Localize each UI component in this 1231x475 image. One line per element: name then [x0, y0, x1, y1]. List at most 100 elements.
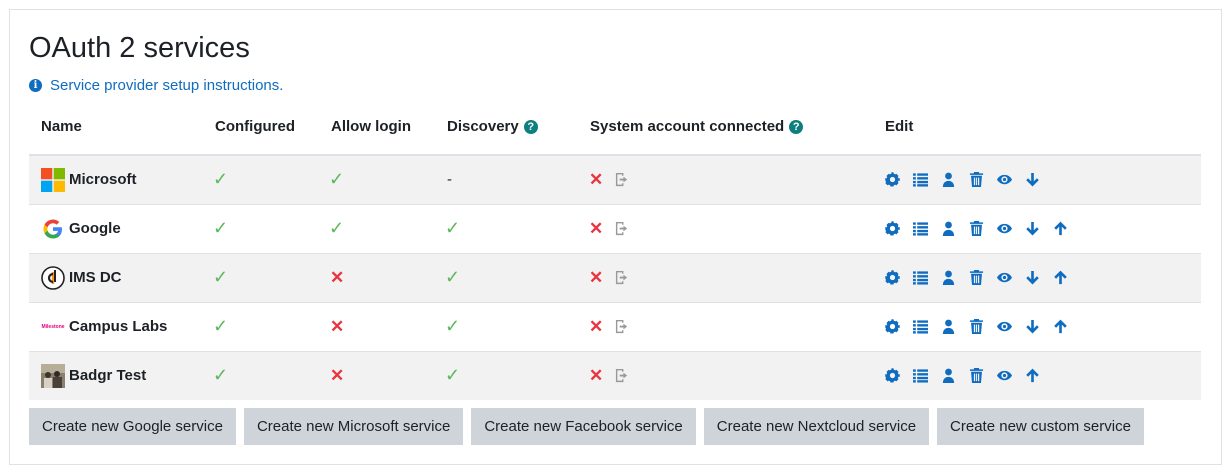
list-icon[interactable]	[913, 319, 928, 334]
arrow-up-icon[interactable]	[1025, 368, 1040, 383]
table-row: Microsoft ✓ ✓ - ✕	[29, 154, 1201, 204]
arrow-down-icon[interactable]	[1025, 270, 1040, 285]
create-nextcloud-service-button[interactable]: Create new Nextcloud service	[703, 408, 930, 445]
check-icon: ✓	[213, 267, 229, 287]
user-icon[interactable]	[941, 319, 956, 334]
cross-icon: ✕	[330, 316, 345, 336]
create-microsoft-service-button[interactable]: Create new Microsoft service	[243, 408, 464, 445]
configured-cell: ✓	[203, 203, 319, 253]
help-icon[interactable]: ?	[523, 119, 538, 134]
gear-icon[interactable]	[885, 221, 900, 236]
trash-icon[interactable]	[969, 270, 984, 285]
gear-icon[interactable]	[885, 172, 900, 187]
col-system-account: System account connected?	[578, 98, 873, 156]
allow-login-cell: ✓	[319, 203, 435, 253]
help-icon[interactable]: ?	[789, 119, 804, 134]
microsoft-logo	[41, 167, 65, 192]
check-icon: ✓	[213, 365, 229, 386]
edit-cell	[873, 154, 1201, 204]
eye-icon[interactable]	[997, 368, 1012, 383]
trash-icon[interactable]	[969, 368, 984, 384]
check-icon: ✓	[213, 218, 229, 238]
connect-system-account-icon[interactable]	[615, 319, 630, 334]
discovery-cell: ✓	[435, 252, 578, 302]
setup-instructions-label: Service provider setup instructions.	[50, 77, 284, 94]
check-icon: ✓	[445, 267, 461, 287]
list-icon[interactable]	[913, 221, 928, 236]
eye-icon[interactable]	[997, 172, 1012, 187]
name-cell: Badgr Test	[29, 350, 203, 400]
google-logo	[41, 217, 65, 241]
list-icon[interactable]	[913, 172, 928, 187]
table-row: Milestone Campus Labs ✓ ✕ ✓ ✕	[29, 301, 1201, 351]
campus-labs-logo: Milestone	[41, 323, 65, 330]
gear-icon[interactable]	[885, 270, 900, 285]
trash-icon[interactable]	[969, 221, 984, 236]
info-icon: i	[29, 79, 42, 92]
table-row: Google ✓ ✓ ✓ ✕	[29, 203, 1201, 253]
eye-icon[interactable]	[997, 270, 1012, 285]
create-facebook-service-button[interactable]: Create new Facebook service	[471, 408, 696, 445]
cross-icon: ✕	[330, 267, 345, 287]
allow-login-cell: ✓	[319, 154, 435, 204]
arrow-up-icon[interactable]	[1053, 270, 1068, 285]
col-edit: Edit	[873, 98, 1201, 156]
connect-system-account-icon[interactable]	[615, 221, 630, 236]
setup-instructions-link[interactable]: i Service provider setup instructions.	[29, 77, 283, 94]
connect-system-account-icon[interactable]	[615, 172, 630, 187]
service-name: Google	[69, 220, 121, 237]
user-icon[interactable]	[941, 221, 956, 236]
eye-icon[interactable]	[997, 221, 1012, 236]
allow-login-cell: ✕	[319, 350, 435, 400]
eye-icon[interactable]	[997, 319, 1012, 334]
arrow-down-icon[interactable]	[1025, 319, 1040, 334]
create-custom-service-button[interactable]: Create new custom service	[937, 408, 1144, 445]
col-configured: Configured	[203, 98, 319, 156]
trash-icon[interactable]	[969, 172, 984, 188]
check-icon: ✓	[329, 169, 345, 190]
check-icon: ✓	[445, 218, 461, 238]
name-cell: Milestone Campus Labs	[29, 301, 203, 351]
cross-icon: ✕	[589, 218, 604, 238]
system-account-cell: ✕	[578, 350, 873, 400]
allow-login-cell: ✕	[319, 252, 435, 302]
col-allow-login: Allow login	[319, 98, 435, 156]
arrow-down-icon[interactable]	[1025, 221, 1040, 236]
check-icon: ✓	[445, 365, 461, 386]
oauth-services-panel: OAuth 2 services i Service provider setu…	[9, 9, 1222, 465]
service-name: Badgr Test	[69, 367, 147, 385]
arrow-up-icon[interactable]	[1053, 319, 1068, 334]
arrow-down-icon[interactable]	[1025, 172, 1040, 187]
discovery-value: -	[447, 171, 452, 189]
cross-icon: ✕	[589, 169, 604, 189]
discovery-cell: ✓	[435, 301, 578, 351]
trash-icon[interactable]	[969, 319, 984, 334]
edit-cell	[873, 301, 1201, 351]
user-icon[interactable]	[941, 368, 956, 384]
gear-icon[interactable]	[885, 368, 900, 383]
system-account-cell: ✕	[578, 154, 873, 204]
arrow-up-icon[interactable]	[1053, 221, 1068, 236]
list-icon[interactable]	[913, 368, 928, 383]
service-name: IMS DC	[69, 269, 122, 286]
system-account-cell: ✕	[578, 301, 873, 351]
configured-cell: ✓	[203, 154, 319, 204]
badgr-photo	[41, 363, 65, 388]
create-google-service-button[interactable]: Create new Google service	[29, 408, 236, 445]
system-account-cell: ✕	[578, 203, 873, 253]
table-header-row: Name Configured Allow login Discovery? S…	[29, 98, 1201, 156]
table-row: Badgr Test ✓ ✕ ✓ ✕	[29, 350, 1201, 400]
system-account-cell: ✕	[578, 252, 873, 302]
cross-icon: ✕	[330, 365, 345, 385]
user-icon[interactable]	[941, 172, 956, 188]
col-name: Name	[29, 98, 203, 156]
name-cell: Google	[29, 203, 203, 253]
discovery-cell: ✓	[435, 350, 578, 400]
gear-icon[interactable]	[885, 319, 900, 334]
connect-system-account-icon[interactable]	[615, 270, 630, 285]
connect-system-account-icon[interactable]	[615, 368, 630, 383]
list-icon[interactable]	[913, 270, 928, 285]
user-icon[interactable]	[941, 270, 956, 285]
service-name: Campus Labs	[69, 318, 168, 335]
configured-cell: ✓	[203, 301, 319, 351]
